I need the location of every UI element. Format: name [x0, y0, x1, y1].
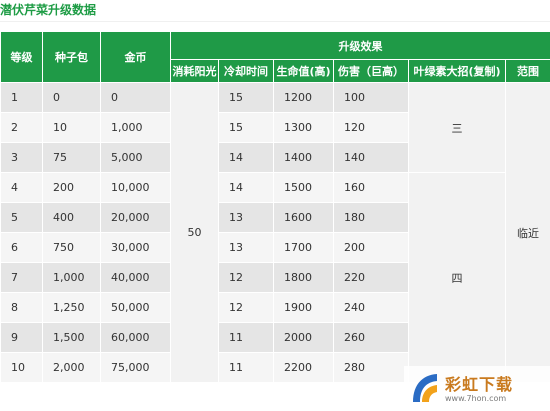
header-range: 范围	[505, 59, 550, 83]
cell-damage: 120	[333, 112, 409, 143]
cell-level: 9	[0, 322, 43, 353]
cell-level: 6	[0, 232, 43, 263]
cell-level: 1	[0, 82, 43, 113]
cell-level: 4	[0, 172, 43, 203]
cell-seed-pack: 0	[42, 82, 101, 113]
header-level: 等级	[0, 31, 43, 83]
cell-cooldown: 11	[218, 352, 274, 383]
cell-health: 1600	[273, 202, 334, 233]
cell-coins: 40,000	[100, 262, 171, 293]
cell-seed-pack: 400	[42, 202, 101, 233]
cell-cooldown: 15	[218, 82, 274, 113]
cell-cooldown: 15	[218, 112, 274, 143]
cell-cooldown: 13	[218, 232, 274, 263]
cell-damage: 220	[333, 262, 409, 293]
cell-seed-pack: 10	[42, 112, 101, 143]
watermark-brand: 彩虹下载	[445, 375, 514, 394]
cell-level: 5	[0, 202, 43, 233]
cell-damage: 280	[333, 352, 409, 383]
cell-damage: 180	[333, 202, 409, 233]
table-row: 4 200 10,000 14 1500 160 四	[0, 172, 550, 383]
cell-health: 1800	[273, 262, 334, 293]
cell-coins: 0	[100, 82, 171, 113]
title-divider	[0, 21, 550, 22]
cell-level: 8	[0, 292, 43, 323]
cell-coins: 75,000	[100, 352, 171, 383]
cell-chlorophyll-move-2: 四	[408, 172, 506, 383]
cell-coins: 20,000	[100, 202, 171, 233]
cell-seed-pack: 1,250	[42, 292, 101, 323]
header-cooldown: 冷却时间	[218, 59, 274, 83]
cell-cooldown: 12	[218, 292, 274, 323]
cell-chlorophyll-move-1: 三	[408, 82, 506, 173]
table-row: 1 0 0 50 15 1200 100 三 临近	[0, 82, 550, 383]
cell-coins: 5,000	[100, 142, 171, 173]
cell-health: 1300	[273, 112, 334, 143]
cell-seed-pack: 200	[42, 172, 101, 203]
cell-health: 2000	[273, 322, 334, 353]
cell-damage: 160	[333, 172, 409, 203]
header-row-top: 等级 种子包 金币 升级效果	[0, 31, 550, 83]
watermark-url: www.7hon.com	[445, 394, 507, 403]
cell-cooldown: 13	[218, 202, 274, 233]
cell-coins: 50,000	[100, 292, 171, 323]
cell-coins: 60,000	[100, 322, 171, 353]
cell-damage: 100	[333, 82, 409, 113]
page-title: 潜伏芹菜升级数据	[0, 3, 97, 17]
cell-cooldown: 14	[218, 172, 274, 203]
cell-cooldown: 12	[218, 262, 274, 293]
header-sun-cost: 消耗阳光	[170, 59, 219, 83]
cell-sun-cost: 50	[170, 82, 219, 383]
cell-health: 1500	[273, 172, 334, 203]
cell-level: 7	[0, 262, 43, 293]
cell-level: 3	[0, 142, 43, 173]
cell-coins: 30,000	[100, 232, 171, 263]
cell-level: 2	[0, 112, 43, 143]
cell-coins: 1,000	[100, 112, 171, 143]
cell-damage: 140	[333, 142, 409, 173]
page: 潜伏芹菜升级数据 等级 种子包 金币 升级效果 消耗阳光 冷却时间 生命值(高)…	[0, 0, 550, 411]
cell-seed-pack: 1,500	[42, 322, 101, 353]
header-health: 生命值(高)	[273, 59, 334, 83]
cell-damage: 260	[333, 322, 409, 353]
cell-cooldown: 11	[218, 322, 274, 353]
cell-level: 10	[0, 352, 43, 383]
cell-health: 1900	[273, 292, 334, 323]
watermark: 彩虹下载 www.7hon.com	[404, 366, 550, 411]
header-seed-pack: 种子包	[42, 31, 101, 83]
cell-seed-pack: 2,000	[42, 352, 101, 383]
header-upgrade-effect: 升级效果	[170, 31, 550, 60]
cell-health: 1700	[273, 232, 334, 263]
cell-health: 2200	[273, 352, 334, 383]
rainbow-logo-icon	[410, 371, 440, 409]
header-chlorophyll-move: 叶绿素大招(复制)	[408, 59, 506, 83]
cell-damage: 240	[333, 292, 409, 323]
cell-seed-pack: 1,000	[42, 262, 101, 293]
cell-damage: 200	[333, 232, 409, 263]
cell-cooldown: 14	[218, 142, 274, 173]
cell-seed-pack: 750	[42, 232, 101, 263]
cell-range: 临近	[505, 82, 550, 383]
header-coins: 金币	[100, 31, 171, 83]
header-damage: 伤害（巨高）	[333, 59, 409, 83]
cell-health: 1400	[273, 142, 334, 173]
cell-coins: 10,000	[100, 172, 171, 203]
upgrade-data-table: 等级 种子包 金币 升级效果 消耗阳光 冷却时间 生命值(高) 伤害（巨高） 叶…	[0, 31, 550, 383]
cell-health: 1200	[273, 82, 334, 113]
cell-seed-pack: 75	[42, 142, 101, 173]
